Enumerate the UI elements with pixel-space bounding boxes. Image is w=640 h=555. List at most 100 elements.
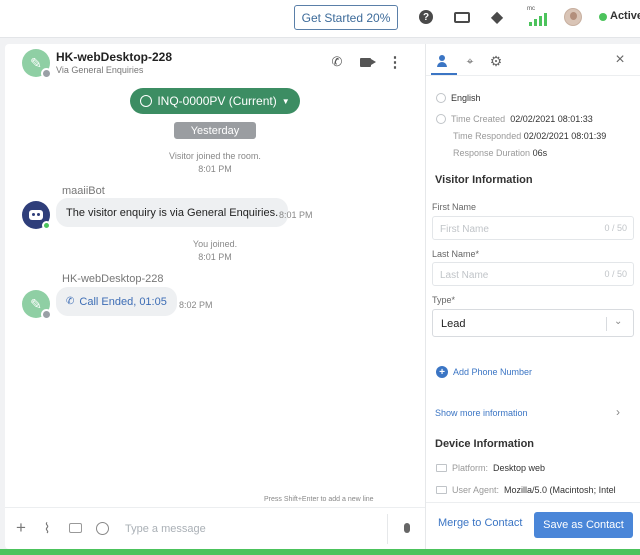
monitor-icon bbox=[436, 486, 447, 494]
system-message-time: 8:01 PM bbox=[198, 164, 232, 174]
message-composer: + ⌇ bbox=[5, 507, 425, 549]
message-time: 8:01 PM bbox=[279, 210, 313, 220]
time-responded-value: 02/02/2021 08:01:39 bbox=[523, 131, 607, 141]
emoji-icon[interactable] bbox=[94, 520, 110, 536]
message-input[interactable] bbox=[125, 518, 385, 540]
system-message: Visitor joined the room. 8:01 PM bbox=[115, 150, 315, 176]
bot-avatar bbox=[22, 201, 51, 230]
user-agent-value: Mozilla/5.0 (Macintosh; Intel bbox=[504, 485, 616, 495]
response-duration-value: 06s bbox=[532, 148, 548, 158]
inquiry-label: INQ-0000PV (Current) bbox=[157, 94, 277, 108]
user-agent-row: User Agent: Mozilla/5.0 (Macintosh; Inte… bbox=[436, 485, 616, 495]
help-icon[interactable]: ? bbox=[417, 8, 435, 26]
phone-call-icon: ✆ bbox=[66, 296, 75, 307]
add-phone-number-link[interactable]: + Add Phone Number bbox=[436, 366, 532, 378]
response-duration-label: Response Duration bbox=[453, 148, 531, 158]
add-phone-label: Add Phone Number bbox=[453, 367, 533, 377]
call-message-bubble[interactable]: ✆ Call Ended, 01:05 bbox=[56, 287, 177, 316]
message-sender: maaiiBot bbox=[62, 185, 105, 197]
video-icon[interactable] bbox=[357, 54, 376, 70]
language-value: English bbox=[451, 93, 481, 103]
date-divider: Yesterday bbox=[174, 122, 256, 139]
time-responded-row: Time Responded 02/02/2021 08:01:39 bbox=[453, 131, 606, 141]
signal-label: mc bbox=[527, 6, 535, 12]
message-sender: HK-webDesktop-228 bbox=[62, 273, 164, 285]
merge-to-contact-button[interactable]: Merge to Contact bbox=[438, 517, 522, 529]
visitor-information-title: Visitor Information bbox=[435, 174, 533, 186]
gear-icon: ⚙ bbox=[489, 52, 503, 69]
channel-badge-icon bbox=[41, 68, 52, 79]
chat-header: ✎ HK-webDesktop-228 Via General Enquirie… bbox=[5, 44, 425, 84]
platform-value: Desktop web bbox=[493, 463, 546, 473]
first-name-counter: 0 / 50 bbox=[604, 223, 627, 233]
bot-message-bubble: The visitor enquiry is via General Enqui… bbox=[56, 198, 289, 227]
keyboard-icon[interactable] bbox=[453, 8, 471, 26]
phone-icon[interactable]: ✆ bbox=[329, 54, 345, 70]
first-name-field[interactable]: 0 / 50 bbox=[432, 216, 634, 240]
tab-visitor-profile[interactable] bbox=[433, 52, 451, 70]
caret-down-icon: ▼ bbox=[281, 96, 290, 106]
chat-subtitle: Via General Enquiries bbox=[56, 65, 144, 75]
platform-label: Platform: bbox=[452, 463, 489, 473]
chevron-right-icon[interactable]: › bbox=[616, 405, 620, 419]
user-agent-label: User Agent: bbox=[452, 485, 500, 495]
system-message-text: Visitor joined the room. bbox=[169, 151, 261, 161]
first-name-input[interactable] bbox=[440, 221, 590, 237]
composer-divider bbox=[387, 514, 388, 544]
more-options-icon[interactable]: ⋮ bbox=[387, 54, 403, 71]
chevron-down-icon: ⌄ bbox=[614, 316, 623, 327]
get-started-button[interactable]: Get Started 20% bbox=[294, 5, 398, 30]
image-icon[interactable] bbox=[67, 520, 83, 536]
info-tabs: ⌖ ⚙ × bbox=[426, 44, 640, 76]
user-avatar[interactable] bbox=[564, 8, 582, 26]
tag-icon[interactable]: ◆ bbox=[488, 8, 506, 26]
inquiry-selector[interactable]: INQ-0000PV (Current) ▼ bbox=[130, 88, 300, 114]
chat-panel: ✎ HK-webDesktop-228 Via General Enquirie… bbox=[5, 44, 425, 549]
attachment-icon[interactable]: ⌇ bbox=[39, 520, 55, 536]
message-time: 8:02 PM bbox=[179, 300, 213, 310]
composer-hint: Press Shift+Enter to add a new line bbox=[264, 496, 374, 503]
first-name-label: First Name bbox=[432, 202, 477, 212]
tab-settings[interactable]: ⚙ bbox=[487, 52, 505, 70]
signal-strength-icon: mc bbox=[527, 6, 547, 28]
time-responded-label: Time Responded bbox=[453, 131, 522, 141]
time-created-value: 02/02/2021 08:01:33 bbox=[510, 114, 593, 124]
language-row: English bbox=[436, 93, 481, 103]
last-name-counter: 0 / 50 bbox=[604, 269, 627, 279]
device-information-title: Device Information bbox=[435, 438, 535, 450]
last-name-label: Last Name* bbox=[432, 249, 480, 259]
globe-icon bbox=[436, 93, 446, 103]
visitor-info-panel: ⌖ ⚙ × English Time Created 02/02/2021 08… bbox=[425, 44, 640, 549]
close-icon[interactable]: × bbox=[612, 51, 628, 68]
type-select[interactable]: Lead ⌄ bbox=[432, 309, 634, 337]
type-label: Type* bbox=[432, 295, 456, 305]
online-dot-icon bbox=[42, 221, 51, 230]
microphone-icon[interactable] bbox=[399, 520, 415, 536]
bottom-accent-strip bbox=[0, 549, 640, 555]
platform-row: Platform: Desktop web bbox=[436, 463, 545, 473]
tab-location[interactable]: ⌖ bbox=[461, 52, 479, 70]
last-name-field[interactable]: 0 / 50 bbox=[432, 262, 634, 286]
select-separator bbox=[606, 317, 607, 331]
channel-badge-icon bbox=[41, 309, 52, 320]
call-message-text: Call Ended, 01:05 bbox=[79, 295, 167, 308]
top-bar: Get Started 20% ? ◆ mc Active bbox=[0, 0, 640, 38]
chat-title: HK-webDesktop-228 bbox=[56, 50, 173, 64]
status-label[interactable]: Active bbox=[610, 10, 640, 22]
time-created-row: Time Created 02/02/2021 08:01:33 bbox=[436, 114, 593, 124]
last-name-input[interactable] bbox=[440, 267, 590, 283]
plus-icon[interactable]: + bbox=[13, 518, 29, 537]
visitor-avatar: ✎ bbox=[22, 49, 52, 79]
globe-icon bbox=[140, 95, 153, 107]
response-duration-row: Response Duration 06s bbox=[453, 148, 547, 158]
system-message-text: You joined. bbox=[192, 239, 238, 249]
add-circle-icon: + bbox=[436, 366, 448, 378]
show-more-information-link[interactable]: Show more information bbox=[435, 408, 528, 418]
system-message-time: 8:01 PM bbox=[198, 252, 232, 262]
clock-icon bbox=[436, 114, 446, 124]
save-as-contact-button[interactable]: Save as Contact bbox=[534, 512, 633, 538]
active-tab-indicator bbox=[431, 73, 457, 75]
visitor-avatar: ✎ bbox=[22, 290, 52, 320]
system-message: You joined. 8:01 PM bbox=[115, 238, 315, 264]
type-selected-value: Lead bbox=[441, 318, 466, 330]
